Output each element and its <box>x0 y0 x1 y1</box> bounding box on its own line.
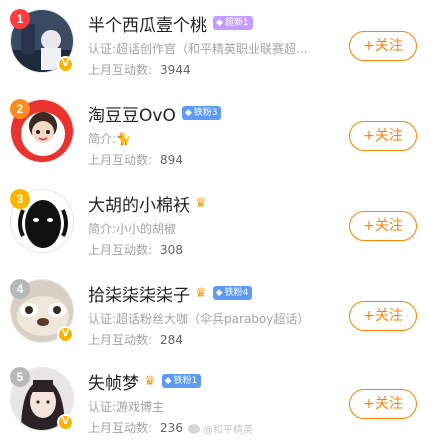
interaction-count: 3944 <box>160 63 191 77</box>
fan-level-badge: ◆ 铁粉4 <box>212 286 253 300</box>
verified-icon: V <box>57 326 74 343</box>
interaction-ranking-list: 1 V 半个西瓜壹个桃 ◆ 超新1 认证:超话创作官（和平精英职业联赛超... 上月互动数:… <box>0 0 429 443</box>
interaction-label: 上月互动数: <box>88 421 153 435</box>
fan-level-badge: ◆ 铁粉3 <box>181 106 222 120</box>
user-row[interactable]: 2 淘豆豆OvO ◆ 铁粉3 简介:🐈 上月互动数: 894 +关注 <box>0 90 429 180</box>
user-description: 认证:游戏博主 <box>88 400 165 414</box>
interaction-label: 上月互动数: <box>88 243 153 257</box>
rank-badge: 5 <box>10 367 30 387</box>
follow-button[interactable]: +关注 <box>349 301 417 331</box>
diamond-icon: ◆ <box>164 376 172 386</box>
crown-icon: ♛ <box>144 373 156 389</box>
name-line: 失帧梦 ♛ ◆ 铁粉1 <box>88 369 202 394</box>
fan-level-badge: ◆ 铁粉1 <box>161 374 202 388</box>
interaction-label: 上月互动数: <box>88 63 153 77</box>
interaction-label: 上月互动数: <box>88 333 153 347</box>
crown-icon: ♛ <box>195 285 207 301</box>
diamond-icon: ◆ <box>215 288 223 298</box>
diamond-icon: ◆ <box>184 108 192 118</box>
user-description: 简介:小小的胡椒 <box>88 222 177 236</box>
follow-button[interactable]: +关注 <box>349 211 417 241</box>
name-line: 拾柒柒柒柒子 ♛ ◆ 铁粉4 <box>88 281 253 306</box>
interaction-count: 236 <box>160 421 183 435</box>
avatar-container[interactable]: 4V <box>10 279 74 343</box>
interaction-stat: 上月互动数: 284 <box>88 331 183 348</box>
user-name[interactable]: 淘豆豆OvO <box>88 101 176 126</box>
rank-badge: 4 <box>10 279 30 299</box>
user-description: 简介:🐈 <box>88 132 131 146</box>
user-name[interactable]: 拾柒柒柒柒子 <box>88 281 190 306</box>
fan-level-text: 铁粉1 <box>173 376 198 386</box>
fan-level-text: 超新1 <box>224 18 249 28</box>
diamond-icon: ◆ <box>216 18 223 28</box>
rank-badge: 1 <box>10 9 30 29</box>
user-row[interactable]: 4 V 拾柒柒柒柒子 ♛ ◆ 铁粉4 认证:超话粉丝大咖（伞兵paraboy超话） 上月互动数… <box>0 270 429 360</box>
follow-button[interactable]: +关注 <box>349 389 417 419</box>
follow-button[interactable]: +关注 <box>349 31 417 61</box>
interaction-count: 894 <box>160 153 183 167</box>
rank-badge: 2 <box>10 99 30 119</box>
crown-icon: ♛ <box>195 195 207 211</box>
interaction-count: 284 <box>160 333 183 347</box>
avatar-container[interactable]: 5V <box>10 367 74 431</box>
user-name[interactable]: 半个西瓜壹个桃 <box>88 11 207 36</box>
name-line: 半个西瓜壹个桃 ◆ 超新1 <box>88 11 253 36</box>
avatar-container[interactable]: 2 <box>10 99 74 163</box>
name-line: 大胡的小棉袄 ♛ <box>88 191 207 216</box>
interaction-stat: 上月互动数: 236 <box>88 419 183 436</box>
verified-icon: V <box>57 56 74 73</box>
verified-icon: V <box>57 414 74 431</box>
watermark-text: @和平精英 <box>203 425 253 436</box>
follow-button[interactable]: +关注 <box>349 121 417 151</box>
name-line: 淘豆豆OvO ◆ 铁粉3 <box>88 101 222 126</box>
interaction-stat: 上月互动数: 894 <box>88 151 183 168</box>
avatar-container[interactable]: 1V <box>10 9 74 73</box>
weibo-logo-icon <box>188 423 200 434</box>
interaction-count: 308 <box>160 243 183 257</box>
rank-badge: 3 <box>10 189 30 209</box>
watermark: @和平精英 <box>188 421 253 436</box>
fan-level-badge: ◆ 超新1 <box>213 16 253 30</box>
user-name[interactable]: 失帧梦 <box>88 369 139 394</box>
user-description: 认证:超话粉丝大咖（伞兵paraboy超话） <box>88 312 310 326</box>
interaction-stat: 上月互动数: 3944 <box>88 61 191 78</box>
fan-level-text: 铁粉4 <box>224 288 249 298</box>
interaction-label: 上月互动数: <box>88 153 153 167</box>
fan-level-text: 铁粉3 <box>193 108 218 118</box>
user-name[interactable]: 大胡的小棉袄 <box>88 191 190 216</box>
user-row[interactable]: 3 大胡的小棉袄 ♛ 简介:小小的胡椒 上月互动数: 308 +关注 <box>0 180 429 270</box>
user-description: 认证:超话创作官（和平精英职业联赛超... <box>88 42 308 56</box>
interaction-stat: 上月互动数: 308 <box>88 241 183 258</box>
avatar-container[interactable]: 3 <box>10 189 74 253</box>
user-row[interactable]: 1 V 半个西瓜壹个桃 ◆ 超新1 认证:超话创作官（和平精英职业联赛超... 上月互动数:… <box>0 0 429 90</box>
